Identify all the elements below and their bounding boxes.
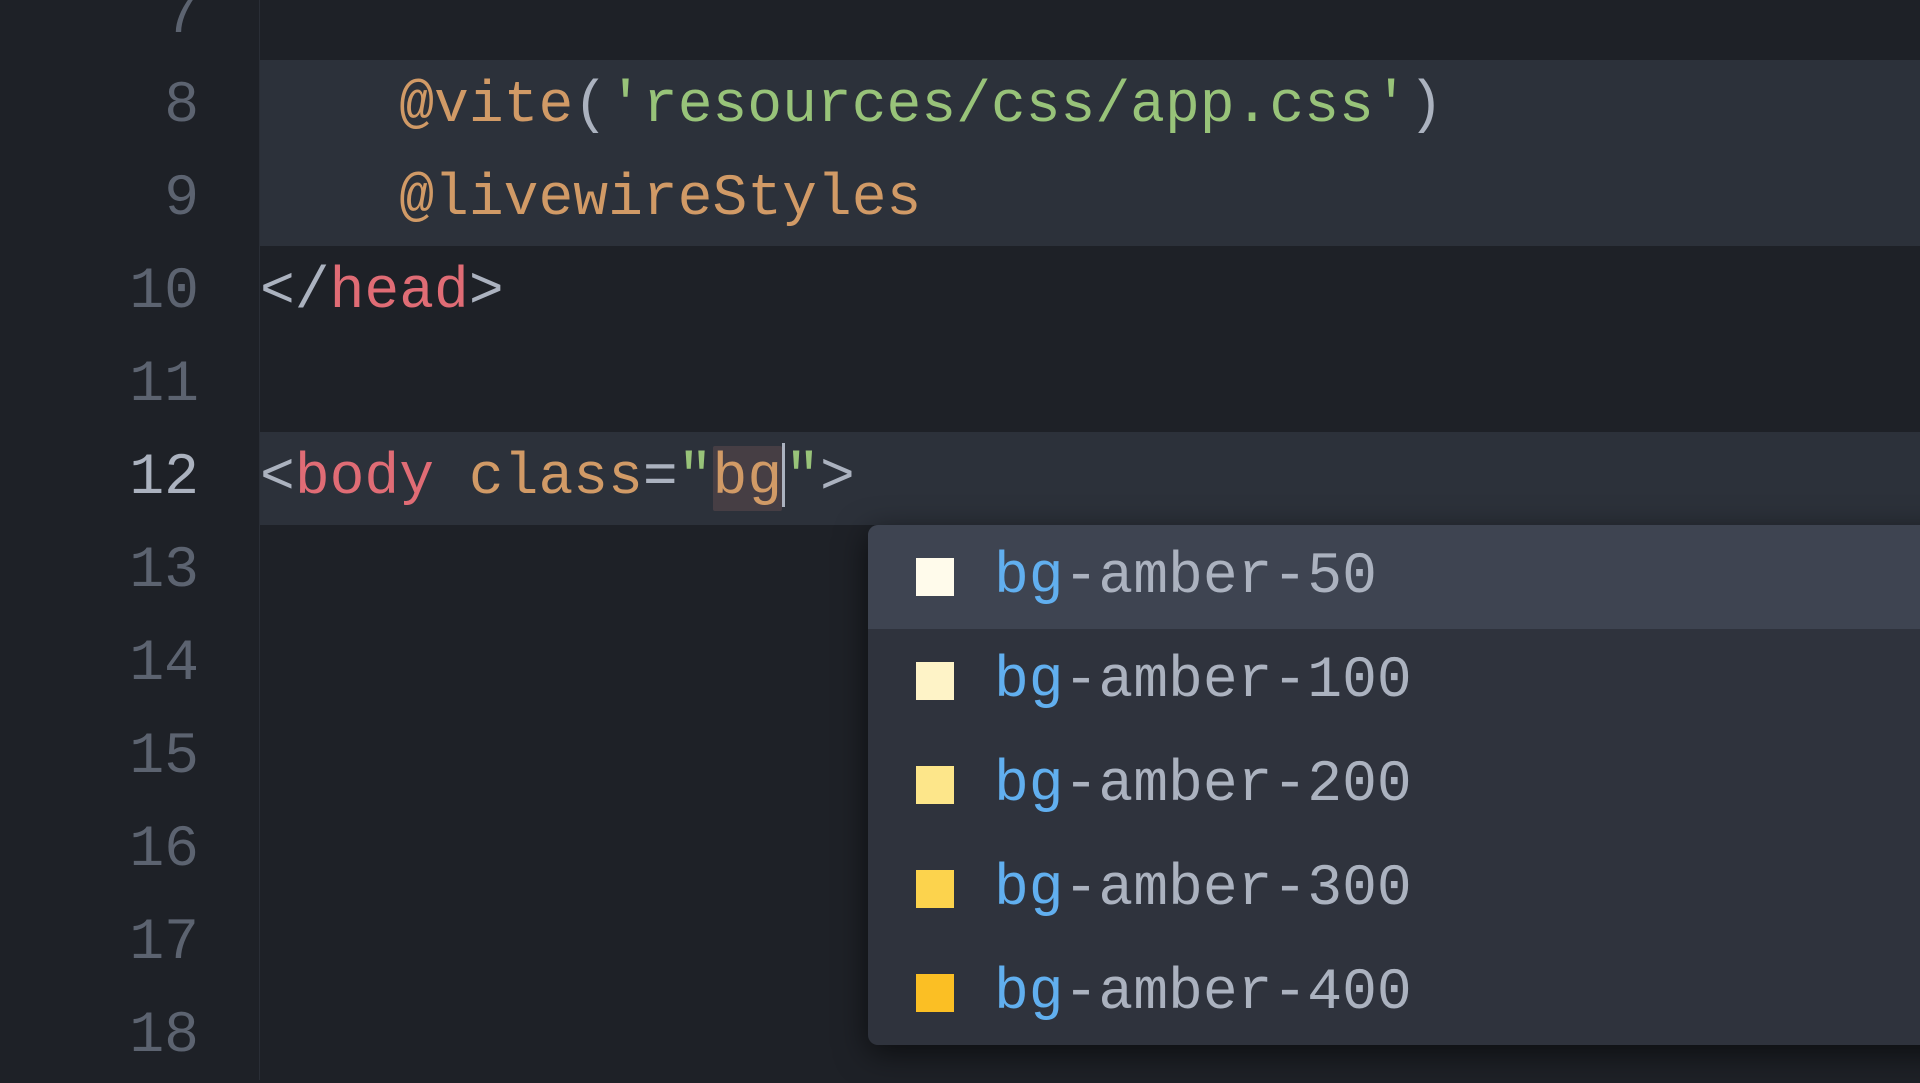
tag-bracket: </ bbox=[260, 260, 330, 325]
line-number: 7 bbox=[0, 0, 259, 60]
code-area[interactable]: @vite('resources/css/app.css') @livewire… bbox=[260, 0, 1920, 1080]
line-number: 9 bbox=[0, 153, 259, 246]
line-number-active: 12 bbox=[0, 432, 259, 525]
line-number: 10 bbox=[0, 246, 259, 339]
line-number: 18 bbox=[0, 990, 259, 1083]
space bbox=[434, 446, 469, 511]
code-line-active[interactable]: <body class="bg"> bbox=[260, 432, 1920, 525]
line-number: 14 bbox=[0, 618, 259, 711]
ac-match-text: bg bbox=[994, 649, 1064, 714]
blade-directive: @livewireStyles bbox=[399, 167, 921, 232]
line-number: 13 bbox=[0, 525, 259, 618]
line-number-gutter: 7 8 9 10 11 12 13 14 15 16 17 18 bbox=[0, 0, 260, 1080]
indent bbox=[260, 74, 399, 139]
quote: " bbox=[785, 446, 820, 511]
paren-open: ( bbox=[573, 74, 608, 139]
ac-match-text: bg bbox=[994, 961, 1064, 1026]
tag-bracket: > bbox=[469, 260, 504, 325]
autocomplete-item[interactable]: bg-amber-300 bbox=[868, 837, 1920, 941]
code-line[interactable]: @vite('resources/css/app.css') bbox=[260, 60, 1920, 153]
line-number: 11 bbox=[0, 339, 259, 432]
tag-name: head bbox=[330, 260, 469, 325]
color-swatch-icon bbox=[916, 766, 954, 804]
attr-name: class bbox=[469, 446, 643, 511]
tag-bracket: > bbox=[820, 446, 855, 511]
color-swatch-icon bbox=[916, 974, 954, 1012]
color-swatch-icon bbox=[916, 662, 954, 700]
code-editor: 7 8 9 10 11 12 13 14 15 16 17 18 @vite('… bbox=[0, 0, 1920, 1080]
line-number: 15 bbox=[0, 711, 259, 804]
line-number: 17 bbox=[0, 897, 259, 990]
quote: " bbox=[678, 446, 713, 511]
line-number: 8 bbox=[0, 60, 259, 153]
paren-close: ) bbox=[1409, 74, 1444, 139]
autocomplete-item[interactable]: bg-amber-200 bbox=[868, 733, 1920, 837]
string-literal: 'resources/css/app.css' bbox=[608, 74, 1409, 139]
blade-directive: @vite bbox=[399, 74, 573, 139]
code-line[interactable]: </head> bbox=[260, 246, 1920, 339]
autocomplete-item[interactable]: bg-amber-100 bbox=[868, 629, 1920, 733]
autocomplete-item[interactable]: bg-amber-50 bbox=[868, 525, 1920, 629]
ac-rest-text: -amber-400 bbox=[1064, 961, 1412, 1026]
ac-match-text: bg bbox=[994, 857, 1064, 922]
autocomplete-popup: bg-amber-50 bg-amber-100 bg-amber-200 bg… bbox=[868, 525, 1920, 1045]
autocomplete-item[interactable]: bg-amber-400 bbox=[868, 941, 1920, 1045]
class-value: bg bbox=[713, 446, 783, 511]
ac-rest-text: -amber-300 bbox=[1064, 857, 1412, 922]
code-line[interactable]: @livewireStyles bbox=[260, 153, 1920, 246]
code-line-empty[interactable] bbox=[260, 339, 1920, 432]
indent bbox=[260, 167, 399, 232]
ac-match-text: bg bbox=[994, 545, 1064, 610]
tag-bracket: < bbox=[260, 446, 295, 511]
line-number: 16 bbox=[0, 804, 259, 897]
ac-rest-text: -amber-50 bbox=[1064, 545, 1377, 610]
code-line[interactable] bbox=[260, 0, 1920, 60]
color-swatch-icon bbox=[916, 558, 954, 596]
ac-rest-text: -amber-100 bbox=[1064, 649, 1412, 714]
equals: = bbox=[643, 446, 678, 511]
ac-rest-text: -amber-200 bbox=[1064, 753, 1412, 818]
ac-match-text: bg bbox=[994, 753, 1064, 818]
tag-name: body bbox=[295, 446, 434, 511]
color-swatch-icon bbox=[916, 870, 954, 908]
